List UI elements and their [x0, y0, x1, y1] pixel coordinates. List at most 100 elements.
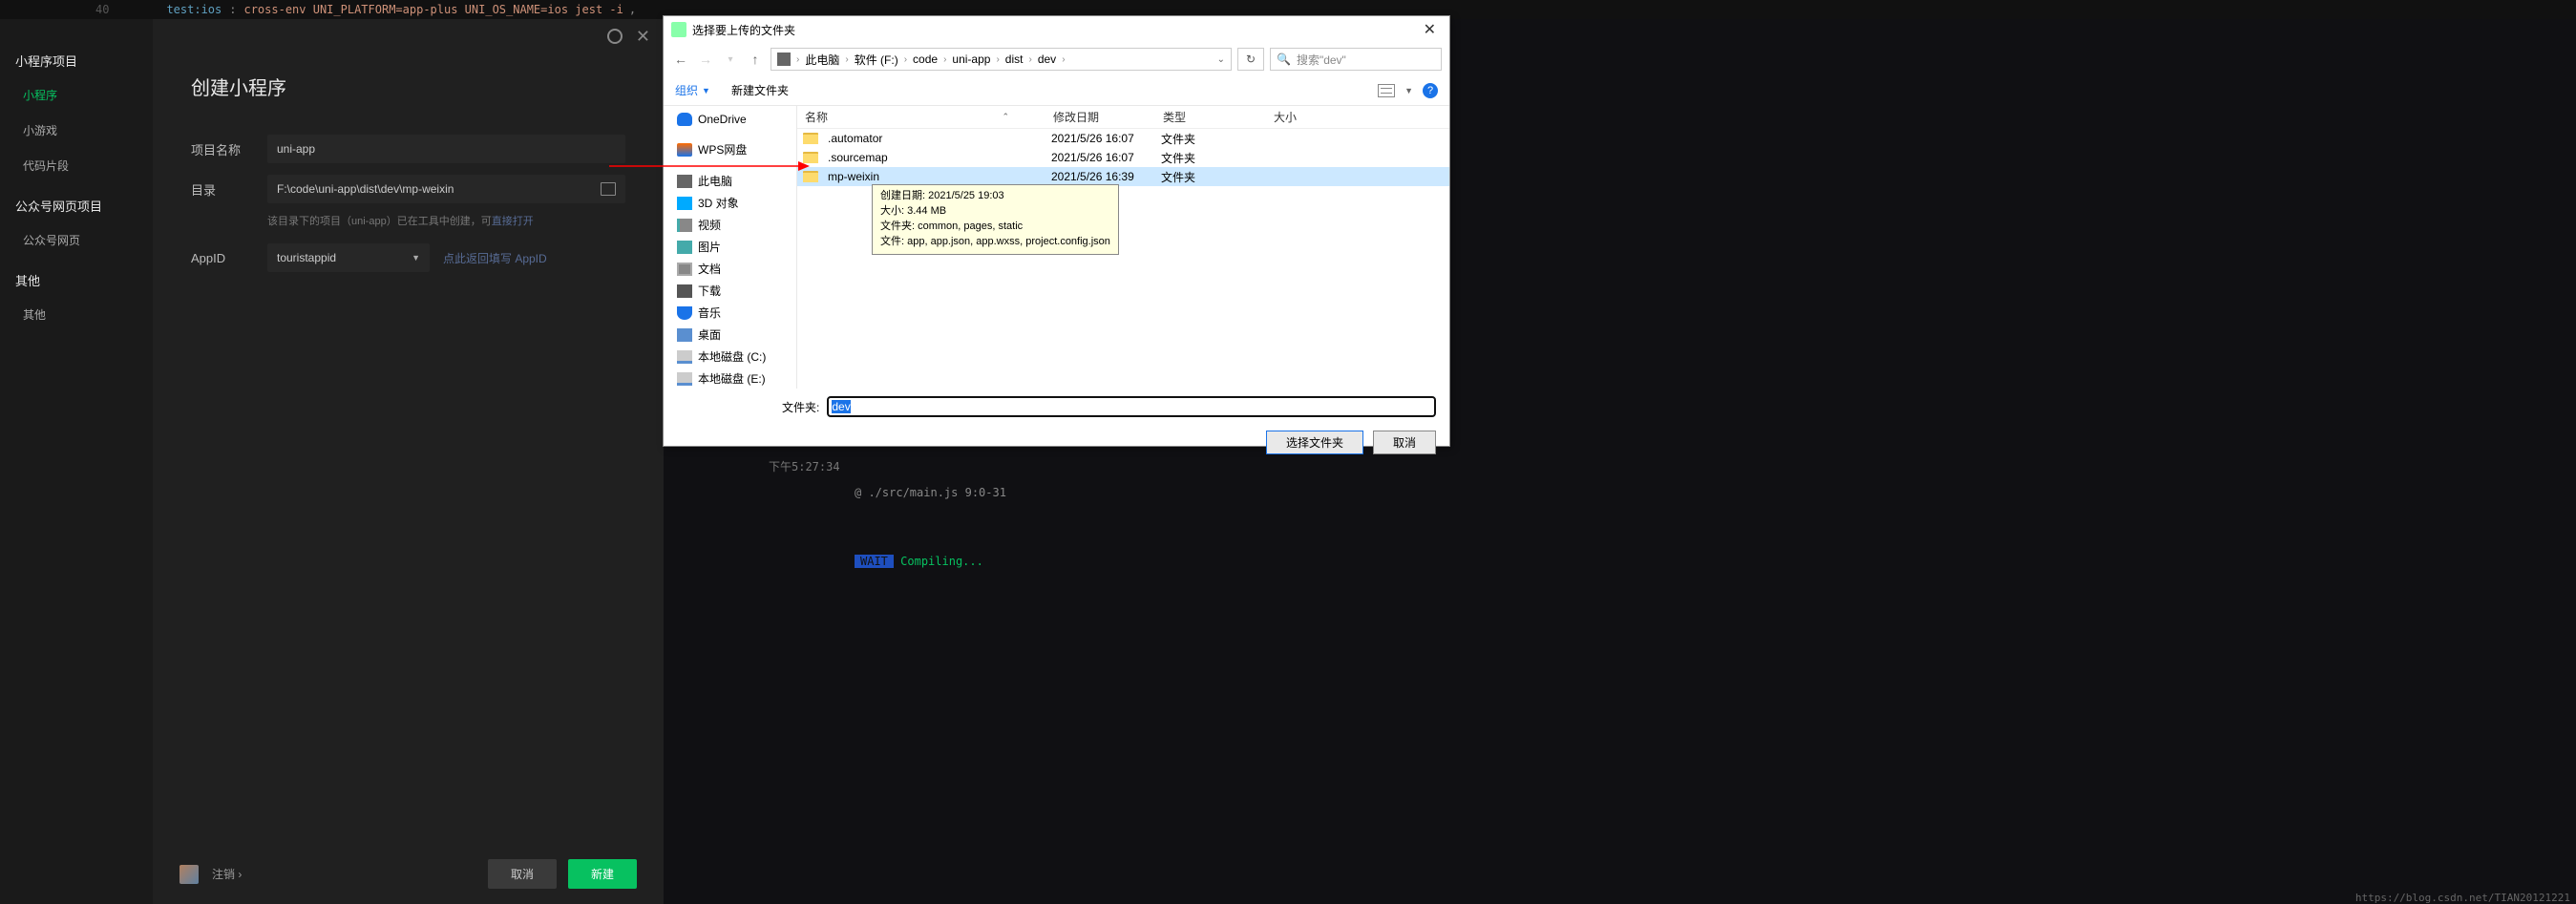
tree-label: 文档: [698, 261, 721, 277]
file-date: 2021/5/26 16:07: [1051, 132, 1161, 145]
tree-node[interactable]: 视频: [664, 214, 796, 236]
tree-icon: [677, 306, 692, 320]
folder-icon: [803, 171, 818, 182]
close-button[interactable]: ✕: [1418, 20, 1442, 39]
project-sidebar: 小程序项目 小程序 小游戏 代码片段 公众号网页项目 公众号网页 其他 其他: [0, 19, 153, 904]
app-icon: [671, 22, 686, 37]
directory-hint: 该目录下的项目（uni-app）已在工具中创建，可直接打开: [153, 209, 664, 232]
breadcrumb-segment[interactable]: 此电脑: [801, 52, 843, 68]
tree-label: 视频: [698, 217, 721, 233]
project-name-label: 项目名称: [191, 140, 267, 158]
tree-node[interactable]: 本地磁盘 (E:): [664, 368, 796, 389]
nav-up-button[interactable]: ↑: [746, 52, 765, 67]
sidebar-item-snippet[interactable]: 代码片段: [0, 148, 153, 183]
file-type: 文件夹: [1161, 150, 1272, 166]
new-folder-button[interactable]: 新建文件夹: [731, 82, 789, 98]
tree-icon: [677, 372, 692, 386]
close-icon[interactable]: ✕: [636, 27, 650, 47]
folder-tooltip: 创建日期: 2021/5/25 19:03 大小: 3.44 MB 文件夹: c…: [872, 184, 1119, 255]
sidebar-section-title: 其他: [0, 258, 153, 297]
address-breadcrumb[interactable]: › 此电脑› 软件 (F:)› code› uni-app› dist› dev…: [771, 48, 1232, 71]
tree-icon: [677, 284, 692, 298]
nav-forward-button[interactable]: →: [696, 52, 715, 67]
select-folder-button[interactable]: 选择文件夹: [1266, 431, 1363, 454]
nav-recent-button[interactable]: ▾: [721, 54, 740, 65]
terminal-line: @ ./src/main.js 9:0-31: [664, 482, 2576, 503]
breadcrumb-segment[interactable]: uni-app: [948, 53, 994, 66]
tree-icon: [677, 350, 692, 364]
tree-icon: [677, 241, 692, 254]
breadcrumb-segment[interactable]: code: [909, 53, 941, 66]
logout-link[interactable]: 注销 ›: [212, 866, 242, 882]
sidebar-item-webpage[interactable]: 公众号网页: [0, 222, 153, 258]
user-avatar[interactable]: [179, 865, 199, 884]
col-size[interactable]: 大小: [1266, 109, 1342, 125]
folder-field-label: 文件夹:: [782, 399, 819, 415]
view-options-icon[interactable]: [1378, 84, 1395, 97]
tree-node[interactable]: WPS网盘: [664, 138, 796, 160]
file-type: 文件夹: [1161, 169, 1272, 185]
appid-label: AppID: [191, 251, 267, 265]
tree-node[interactable]: 本地磁盘 (C:): [664, 346, 796, 368]
chevron-down-icon: ▼: [412, 253, 420, 263]
search-input[interactable]: 🔍 搜索"dev": [1270, 48, 1442, 71]
file-row[interactable]: .sourcemap2021/5/26 16:07文件夹: [797, 148, 1449, 167]
breadcrumb-segment[interactable]: dist: [1002, 53, 1027, 66]
breadcrumb-segment[interactable]: 软件 (F:): [851, 52, 902, 68]
tree-label: 桌面: [698, 326, 721, 343]
cancel-dialog-button[interactable]: 取消: [1373, 431, 1436, 454]
help-icon[interactable]: ?: [1423, 83, 1438, 98]
tree-node[interactable]: 桌面: [664, 324, 796, 346]
file-name: .automator: [828, 132, 882, 145]
tree-icon: [677, 143, 692, 157]
dialog-title: 选择要上传的文件夹: [692, 22, 795, 38]
project-name-input[interactable]: uni-app: [267, 135, 625, 163]
tree-node[interactable]: 音乐: [664, 302, 796, 324]
source-url: https://blog.csdn.net/TIAN20121221: [2355, 892, 2570, 904]
sidebar-item-other[interactable]: 其他: [0, 297, 153, 332]
tree-node[interactable]: 下载: [664, 280, 796, 302]
browse-folder-icon[interactable]: [601, 182, 616, 196]
refresh-button[interactable]: ↻: [1237, 48, 1264, 71]
sidebar-item-miniprogram[interactable]: 小程序: [0, 77, 153, 113]
view-dropdown-icon[interactable]: ▼: [1404, 86, 1413, 95]
file-row[interactable]: mp-weixin2021/5/26 16:39文件夹: [797, 167, 1449, 186]
file-list: 名称⌃ 修改日期 类型 大小 .automator 2021/5/26 16:07…: [797, 106, 1449, 389]
tree-node[interactable]: 3D 对象: [664, 192, 796, 214]
cancel-button[interactable]: 取消: [488, 859, 557, 889]
col-date[interactable]: 修改日期: [1045, 109, 1155, 125]
panel-title: 创建小程序: [153, 53, 664, 129]
appid-hint-link[interactable]: 点此返回填写 AppID: [443, 250, 547, 266]
breadcrumb-segment[interactable]: dev: [1034, 53, 1060, 66]
nav-tree: OneDrive WPS网盘此电脑3D 对象视频图片文档下载音乐桌面本地磁盘 (C…: [664, 106, 797, 389]
sidebar-section-title: 小程序项目: [0, 38, 153, 77]
appid-select[interactable]: touristappid▼: [267, 243, 430, 272]
organize-menu[interactable]: 组织▼: [675, 82, 710, 98]
col-name[interactable]: 名称⌃: [797, 109, 1045, 125]
compiling-text: Compiling...: [900, 555, 983, 568]
pc-icon: [777, 53, 791, 66]
folder-name-input[interactable]: [827, 396, 1436, 417]
tree-node[interactable]: OneDrive: [664, 110, 796, 129]
create-button[interactable]: 新建: [568, 859, 637, 889]
tree-node[interactable]: 图片: [664, 236, 796, 258]
breadcrumb-dropdown-icon[interactable]: ⌄: [1217, 54, 1225, 65]
tree-node[interactable]: 文档: [664, 258, 796, 280]
settings-icon[interactable]: [607, 29, 623, 44]
file-row[interactable]: .automator2021/5/26 16:07文件夹: [797, 129, 1449, 148]
file-name: mp-weixin: [828, 170, 879, 183]
dialog-titlebar: 选择要上传的文件夹 ✕: [664, 16, 1449, 43]
tree-label: 图片: [698, 239, 721, 255]
directory-label: 目录: [191, 180, 267, 199]
line-number: 40: [95, 3, 109, 16]
tree-icon: [677, 219, 692, 232]
open-directly-link[interactable]: 直接打开: [492, 216, 534, 227]
sidebar-item-minigame[interactable]: 小游戏: [0, 113, 153, 148]
file-date: 2021/5/26 16:07: [1051, 151, 1161, 164]
col-type[interactable]: 类型: [1155, 109, 1266, 125]
directory-input[interactable]: F:\code\uni-app\dist\dev\mp-weixin: [267, 175, 625, 203]
tree-node[interactable]: 此电脑: [664, 170, 796, 192]
tree-icon: [677, 113, 692, 126]
create-project-panel: ✕ 创建小程序 项目名称 uni-app 目录 F:\code\uni-app\…: [153, 19, 664, 904]
nav-back-button[interactable]: ←: [671, 52, 690, 67]
